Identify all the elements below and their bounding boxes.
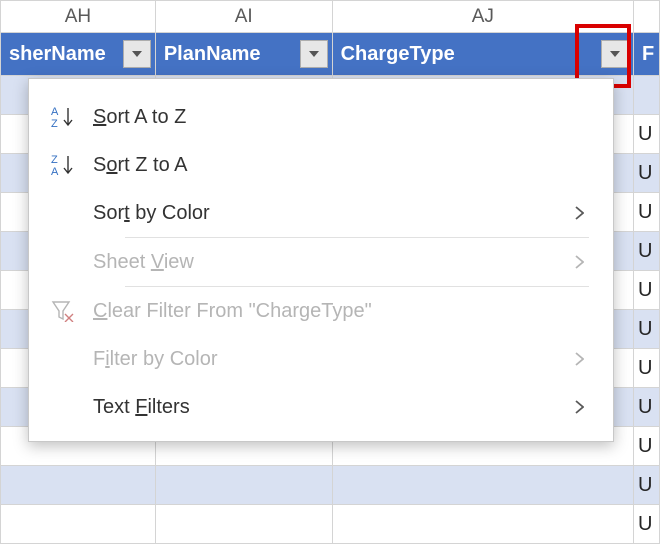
filter-button[interactable] <box>601 40 629 68</box>
table-row[interactable]: U <box>1 466 660 505</box>
clear-filter-icon <box>51 300 93 322</box>
submenu-arrow-icon <box>565 352 613 366</box>
col-letter[interactable] <box>634 1 660 33</box>
cell[interactable]: U <box>634 193 660 232</box>
chevron-down-icon <box>610 51 620 57</box>
sort-asc-icon: AZ <box>51 105 93 129</box>
header-cell[interactable]: ChargeType <box>332 33 633 76</box>
cell[interactable] <box>1 505 156 544</box>
menu-text-filters[interactable]: Text Filters <box>29 383 613 431</box>
svg-text:Z: Z <box>51 154 58 166</box>
menu-sheet-view: Sheet View <box>29 238 613 286</box>
filter-button[interactable] <box>300 40 328 68</box>
menu-label: Sheet View <box>93 251 565 274</box>
menu-clear-filter: Clear Filter From "ChargeType" <box>29 287 613 335</box>
menu-sort-color[interactable]: Sort by Color <box>29 189 613 237</box>
col-letter[interactable]: AJ <box>332 1 633 33</box>
cell[interactable]: U <box>634 427 660 466</box>
cell[interactable] <box>1 466 156 505</box>
cell[interactable]: U <box>634 232 660 271</box>
menu-label: Sort by Color <box>93 202 565 225</box>
menu-label: Sort A to Z <box>93 106 613 129</box>
cell[interactable] <box>155 466 332 505</box>
cell[interactable] <box>634 76 660 115</box>
cell[interactable]: U <box>634 271 660 310</box>
cell[interactable]: U <box>634 310 660 349</box>
menu-label: Text Filters <box>93 396 565 419</box>
menu-sort-desc[interactable]: ZA Sort Z to A <box>29 141 613 189</box>
filter-button[interactable] <box>123 40 151 68</box>
menu-filter-color: Filter by Color <box>29 335 613 383</box>
header-cell[interactable]: sherName <box>1 33 156 76</box>
chevron-down-icon <box>309 51 319 57</box>
submenu-arrow-icon <box>565 255 613 269</box>
cell[interactable] <box>332 466 633 505</box>
svg-text:A: A <box>51 106 59 118</box>
header-cell[interactable]: F <box>634 33 660 76</box>
cell[interactable]: U <box>634 388 660 427</box>
menu-label: Filter by Color <box>93 348 565 371</box>
filter-dropdown-menu: AZ Sort A to Z ZA Sort Z to A Sort by Co… <box>28 78 614 442</box>
column-letter-row[interactable]: AH AI AJ <box>1 1 660 33</box>
menu-label: Sort Z to A <box>93 154 613 177</box>
col-letter[interactable]: AH <box>1 1 156 33</box>
cell[interactable] <box>155 505 332 544</box>
cell[interactable]: U <box>634 466 660 505</box>
col-letter[interactable]: AI <box>155 1 332 33</box>
menu-label: Clear Filter From "ChargeType" <box>93 300 613 323</box>
header-label: ChargeType <box>341 43 455 65</box>
table-header-row: sherName PlanName ChargeType F <box>1 33 660 76</box>
table-row[interactable]: U <box>1 505 660 544</box>
submenu-arrow-icon <box>565 206 613 220</box>
cell[interactable] <box>332 505 633 544</box>
svg-text:Z: Z <box>51 118 58 129</box>
header-cell[interactable]: PlanName <box>155 33 332 76</box>
header-label: F <box>642 43 654 65</box>
menu-sort-asc[interactable]: AZ Sort A to Z <box>29 93 613 141</box>
header-label: sherName <box>9 43 106 65</box>
sort-desc-icon: ZA <box>51 153 93 177</box>
submenu-arrow-icon <box>565 400 613 414</box>
chevron-down-icon <box>132 51 142 57</box>
cell[interactable]: U <box>634 154 660 193</box>
header-label: PlanName <box>164 43 261 65</box>
cell[interactable]: U <box>634 349 660 388</box>
svg-text:A: A <box>51 166 59 177</box>
cell[interactable]: U <box>634 505 660 544</box>
cell[interactable]: U <box>634 115 660 154</box>
